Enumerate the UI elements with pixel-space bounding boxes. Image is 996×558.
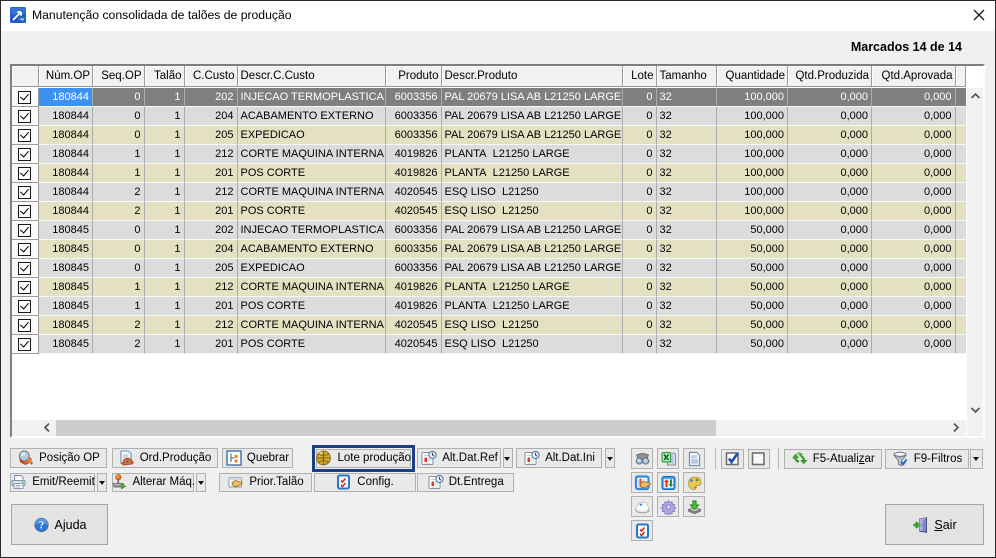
svg-text:?: ? [38, 520, 43, 531]
